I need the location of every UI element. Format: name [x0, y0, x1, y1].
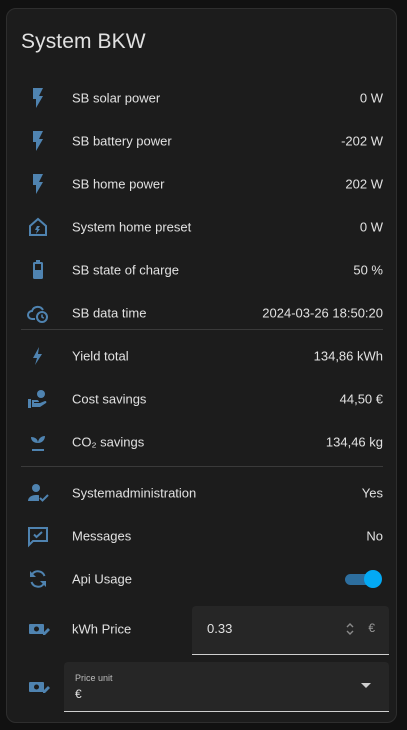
row-value: 134,86 kWh — [313, 348, 383, 363]
row-label: Api Usage — [72, 571, 132, 586]
row-value: 50 % — [353, 262, 383, 277]
price-unit-label: Price unit — [75, 673, 113, 683]
cloud-clock-icon — [26, 301, 50, 325]
entity-row-cost-savings[interactable]: Cost savings 44,50 € — [21, 377, 383, 420]
entity-row-messages[interactable]: Messages No — [21, 514, 383, 557]
row-label: System home preset — [72, 219, 192, 234]
account-check-icon — [26, 481, 50, 505]
row-value: Yes — [361, 485, 383, 500]
row-label: CO₂ savings — [72, 434, 145, 449]
dropdown-arrow-icon[interactable] — [361, 683, 371, 688]
row-label: Messages — [72, 528, 132, 543]
row-value: 2024-03-26 18:50:20 — [262, 305, 383, 320]
row-label: Systemadministration — [72, 485, 197, 500]
entity-row-co2-savings[interactable]: CO₂ savings 134,46 kg — [21, 420, 383, 463]
spinner-icon[interactable] — [344, 621, 356, 637]
system-bkw-card: System BKW SB solar power 0 W SB battery… — [6, 8, 397, 723]
row-label: SB data time — [72, 305, 147, 320]
row-label: kWh Price — [72, 621, 132, 636]
row-value: No — [366, 528, 383, 543]
cash-edit-icon — [26, 675, 50, 699]
section-divider — [21, 466, 383, 467]
row-label: Yield total — [72, 348, 129, 363]
row-label: SB solar power — [72, 90, 161, 105]
row-value: 0 W — [359, 219, 383, 234]
entity-row-sb-home-power[interactable]: SB home power 202 W — [21, 162, 383, 205]
row-label: SB state of charge — [72, 262, 179, 277]
row-value: 44,50 € — [339, 391, 383, 406]
message-check-icon — [26, 524, 50, 548]
entity-row-system-home-preset[interactable]: System home preset 0 W — [21, 205, 383, 248]
kwh-price-value: 0.33 — [207, 621, 233, 636]
lightning-bolt-icon — [26, 344, 50, 368]
kwh-price-unit: € — [368, 621, 375, 635]
entity-row-yield-total[interactable]: Yield total 134,86 kWh — [21, 334, 383, 377]
row-value: 0 W — [359, 90, 383, 105]
battery-icon — [26, 258, 50, 282]
row-label: SB battery power — [72, 133, 172, 148]
entity-row-api-usage[interactable]: Api Usage — [21, 557, 383, 600]
hand-coin-icon — [26, 387, 50, 411]
kwh-price-input[interactable]: 0.33 € — [192, 606, 389, 655]
row-value: 202 W — [345, 176, 383, 191]
entity-row-sb-solar-power[interactable]: SB solar power 0 W — [21, 76, 383, 119]
row-label: Cost savings — [72, 391, 147, 406]
entity-row-sb-battery-power[interactable]: SB battery power -202 W — [21, 119, 383, 162]
flash-icon — [26, 86, 50, 110]
sprout-icon — [26, 430, 50, 454]
cash-edit-icon — [26, 617, 50, 641]
api-usage-toggle[interactable] — [345, 569, 382, 589]
flash-icon — [26, 172, 50, 196]
flash-icon — [26, 129, 50, 153]
row-label: SB home power — [72, 176, 165, 191]
price-unit-select[interactable]: Price unit € — [64, 662, 389, 712]
card-title: System BKW — [21, 30, 146, 53]
toggle-knob — [364, 569, 382, 588]
sync-icon — [26, 567, 50, 591]
entity-row-price-unit[interactable]: Price unit € — [21, 662, 389, 712]
entity-row-sb-data-time[interactable]: SB data time 2024-03-26 18:50:20 — [21, 291, 383, 334]
entity-row-systemadministration[interactable]: Systemadministration Yes — [21, 471, 383, 514]
entity-row-sb-state-of-charge[interactable]: SB state of charge 50 % — [21, 248, 383, 291]
price-unit-value: € — [75, 687, 82, 701]
row-value: -202 W — [341, 133, 383, 148]
row-value: 134,46 kg — [325, 434, 383, 449]
entity-row-kwh-price[interactable]: kWh Price 0.33 € — [21, 606, 389, 655]
section-divider — [21, 329, 383, 330]
home-lightning-icon — [26, 215, 50, 239]
